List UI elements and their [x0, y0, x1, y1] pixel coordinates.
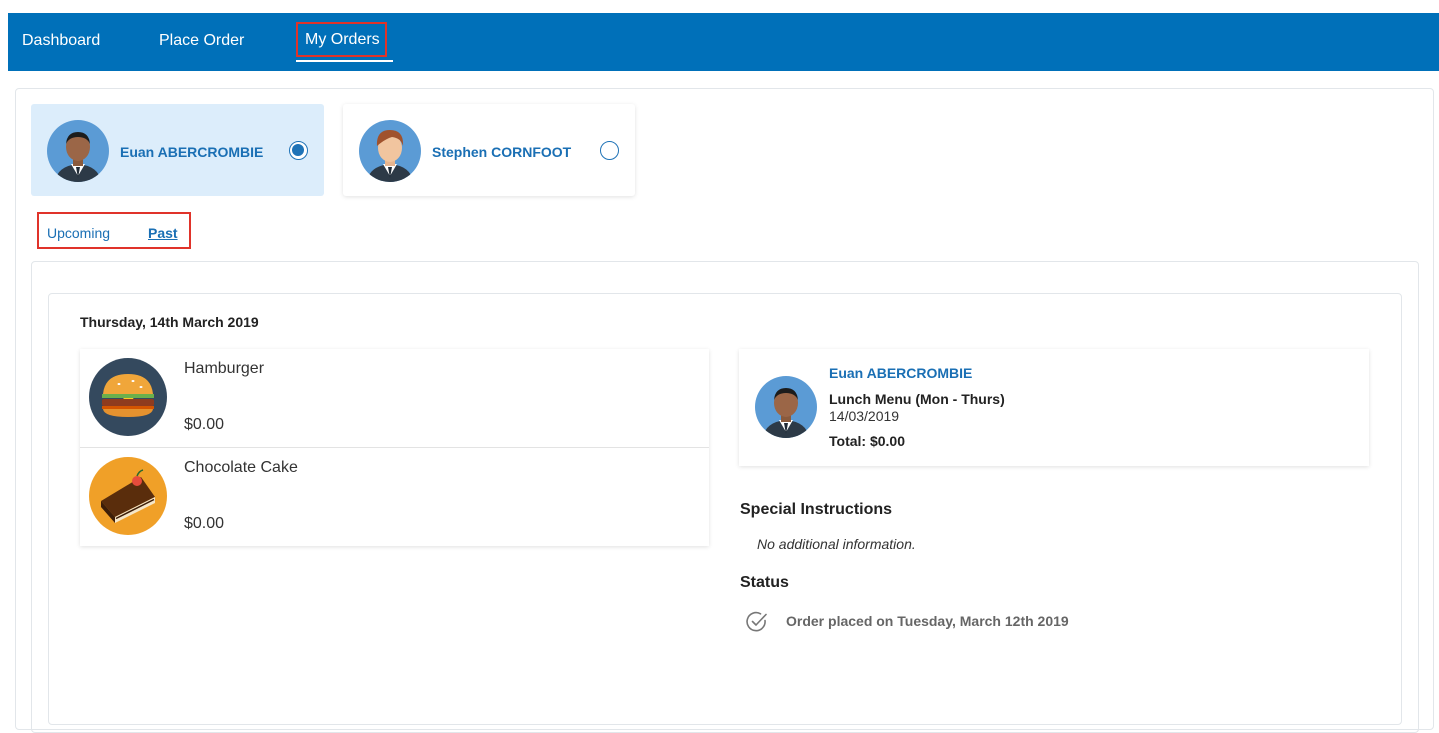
child-radio-selected[interactable] [289, 141, 308, 160]
tab-upcoming[interactable]: Upcoming [47, 225, 110, 241]
status-heading: Status [740, 574, 789, 591]
special-instructions-heading: Special Instructions [740, 501, 893, 518]
order-date: Thursday, 14th March 2019 [80, 314, 259, 330]
tab-past[interactable]: Past [148, 225, 178, 241]
avatar-euan-icon [755, 376, 817, 438]
child-card-stephen[interactable]: Stephen CORNFOOT [343, 104, 635, 196]
summary-total: Total: $0.00 [829, 433, 905, 449]
item-name: Hamburger [184, 360, 265, 377]
item-name: Chocolate Cake [184, 459, 298, 476]
chocolate-cake-icon [89, 457, 167, 535]
item-price: $0.00 [184, 515, 225, 532]
hamburger-icon [89, 358, 167, 436]
child-card-euan[interactable]: Euan ABERCROMBIE [31, 104, 324, 196]
child-name: Euan ABERCROMBIE [120, 144, 264, 160]
active-nav-underline [296, 60, 393, 62]
summary-menu: Lunch Menu (Mon - Thurs) [829, 391, 1005, 407]
nav-my-orders[interactable]: My Orders [296, 22, 387, 57]
child-radio-unselected[interactable] [600, 141, 619, 160]
summary-date: 14/03/2019 [829, 408, 900, 424]
summary-child-name: Euan ABERCROMBIE [829, 365, 973, 381]
avatar-stephen-icon [359, 120, 421, 182]
nav-dashboard[interactable]: Dashboard [22, 32, 100, 50]
status-text: Order placed on Tuesday, March 12th 2019 [786, 613, 1069, 629]
special-instructions-text: No additional information. [757, 536, 916, 552]
item-divider [80, 447, 709, 448]
check-circle-icon [746, 611, 767, 632]
item-price: $0.00 [184, 416, 225, 433]
child-name: Stephen CORNFOOT [432, 144, 572, 160]
avatar-euan-icon [47, 120, 109, 182]
nav-place-order[interactable]: Place Order [159, 32, 244, 50]
